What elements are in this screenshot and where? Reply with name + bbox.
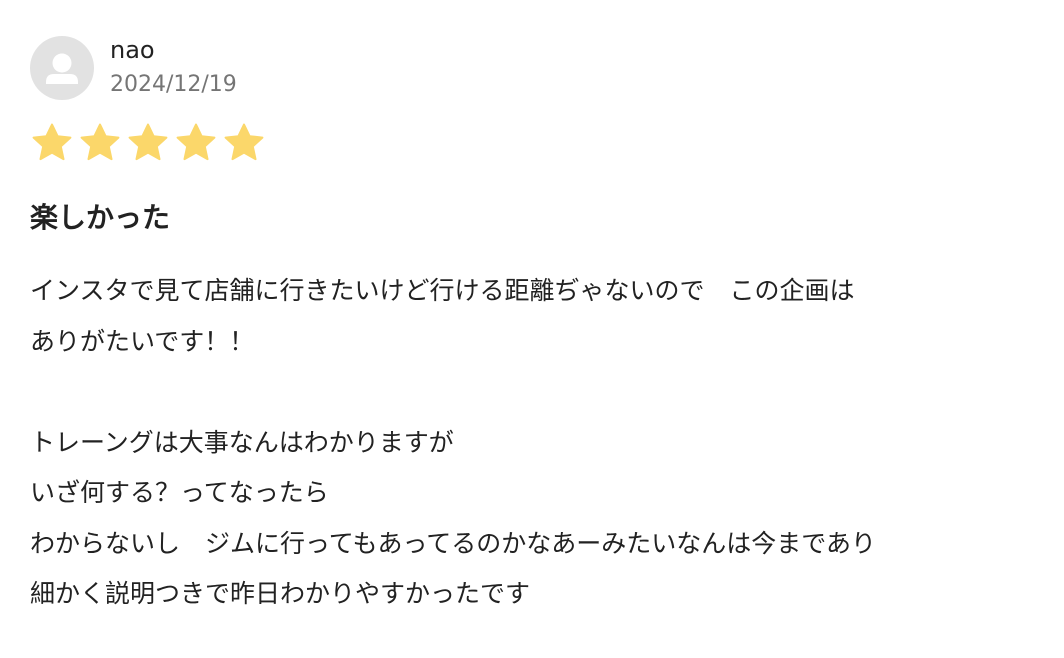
review-body: インスタで見て店舗に行きたいけど行ける距離ぢゃないので この企画は ありがたいで… (30, 266, 1030, 620)
star-icon (30, 121, 74, 165)
star-rating (30, 121, 266, 167)
user-name: nao (110, 36, 155, 64)
star-icon (126, 121, 170, 165)
review-body-line: トレーングは大事なんはわかりますが (30, 427, 454, 457)
star-icon (78, 121, 122, 165)
review-date: 2024/12/19 (110, 72, 237, 97)
review-body-line (30, 367, 1030, 418)
review-body-line: 細かく説明つきで昨日わかりやすかったです (30, 579, 531, 608)
review-body-line: いざ何する？ってなったら (30, 478, 329, 507)
review-body-line: ありがたいです！！ (30, 326, 255, 356)
review-body-line: インスタで見て店舗に行きたいけど行ける距離ぢゃないので この企画は (30, 276, 855, 305)
user-avatar (30, 36, 94, 100)
review-card: nao 2024/12/19 楽しかった インスタで見て店舗に行きたいけど行ける… (0, 0, 1064, 658)
star-icon (174, 121, 218, 165)
review-body-line: わからないし ジムに行ってもあってるのかなあーみたいなんは今まであり (30, 528, 877, 558)
user-placeholder-icon (46, 53, 78, 84)
review-title: 楽しかった (30, 201, 171, 234)
star-icon (222, 121, 266, 165)
